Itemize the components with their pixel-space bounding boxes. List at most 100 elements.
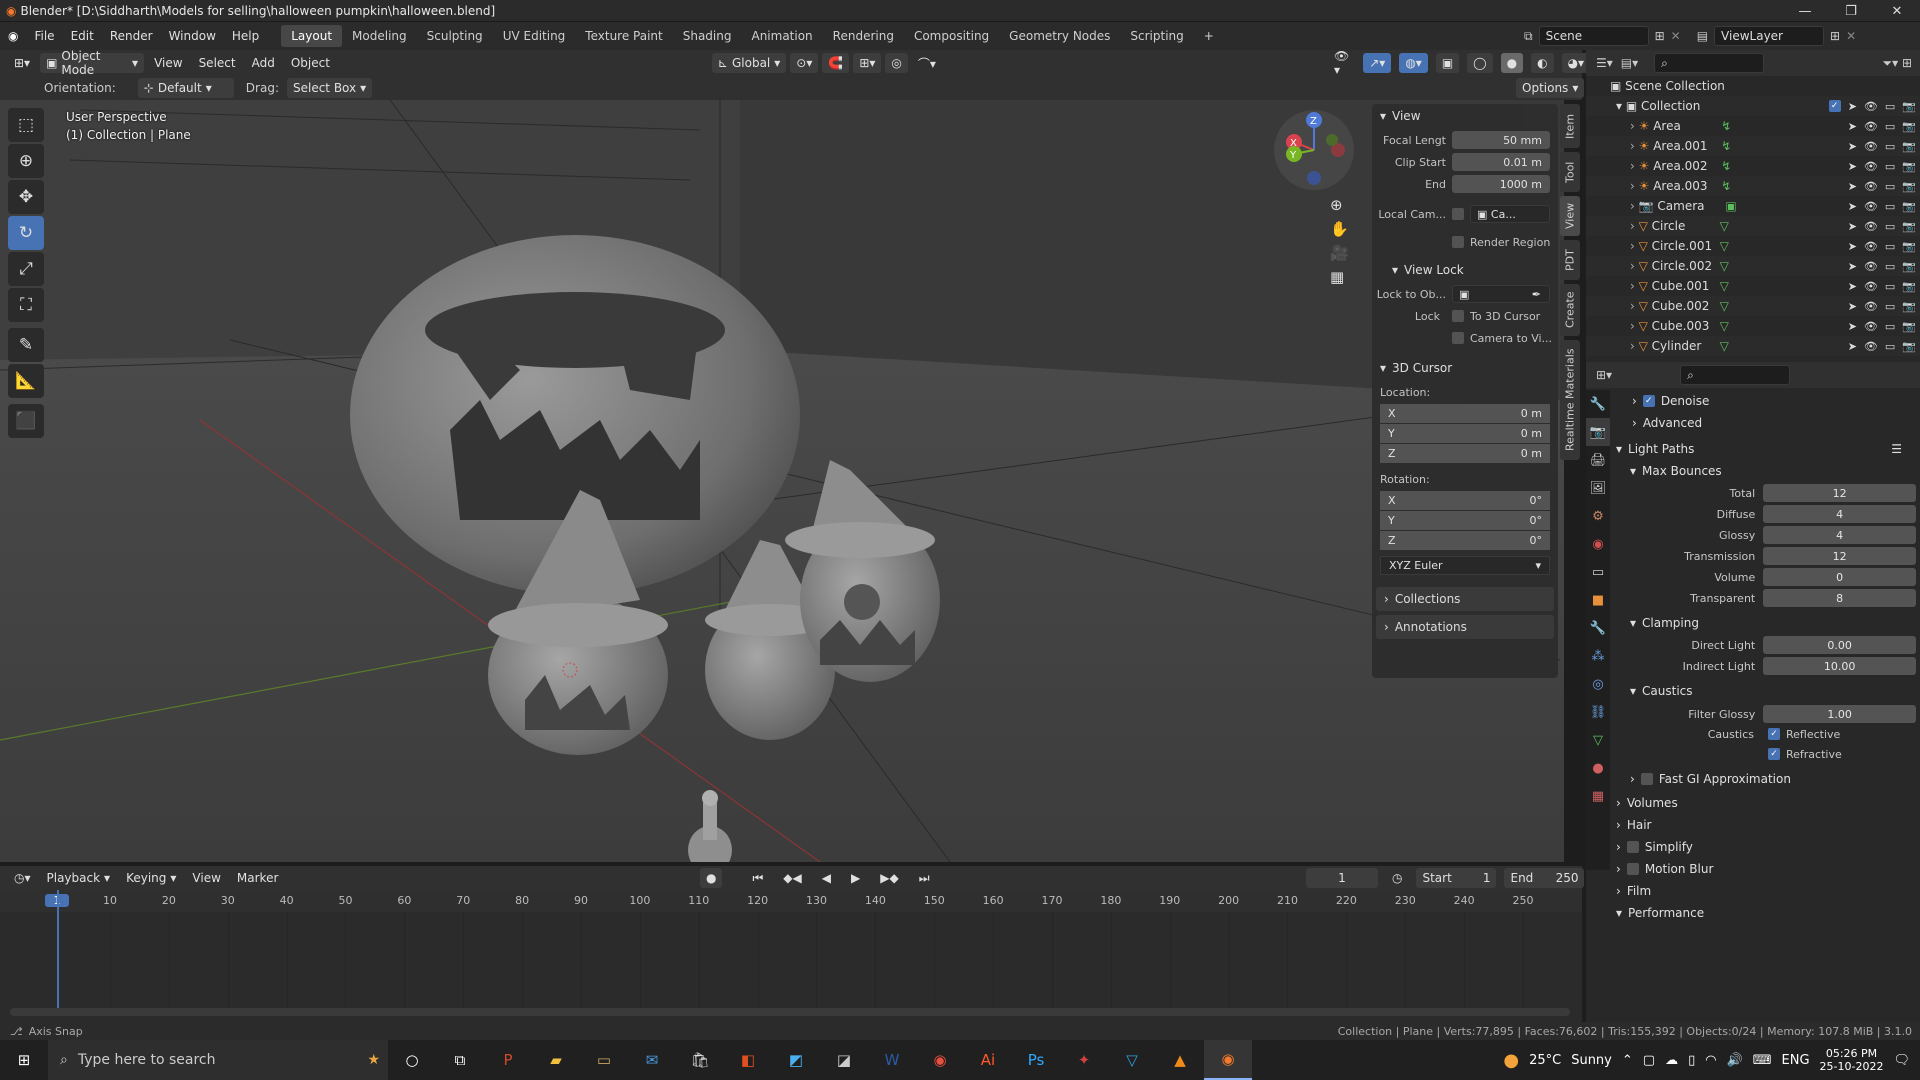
options-button[interactable]: Options ▾ <box>1516 78 1585 98</box>
viewport-icon[interactable]: ▭ <box>1885 100 1895 113</box>
transform-tool-icon[interactable]: ⛶ <box>8 288 44 322</box>
section-motion-blur[interactable]: › Motion Blur <box>1616 858 1916 880</box>
onedrive-icon[interactable]: ☁ <box>1665 1053 1678 1068</box>
minimize-button[interactable]: — <box>1782 0 1828 22</box>
cursor-location-z[interactable]: Z 0 m <box>1380 444 1550 463</box>
proportional-edit-icon[interactable]: ◎ <box>885 53 908 73</box>
orientation-selector[interactable]: ⊹ Default ▾ <box>137 78 234 98</box>
render-icon[interactable]: 📷 <box>1902 120 1916 133</box>
render-icon[interactable]: 📷 <box>1902 280 1916 293</box>
editor-type-icon[interactable]: ⊞▾ <box>8 53 36 73</box>
eyedropper-icon[interactable]: ✒ <box>1532 288 1541 301</box>
viewport-icon[interactable]: ▭ <box>1885 240 1895 253</box>
gizmo-toggle-icon[interactable]: ↗▾ <box>1363 53 1392 73</box>
light-paths-header[interactable]: ▾ Light Paths ☰ <box>1616 438 1916 460</box>
select-icon[interactable]: ➤ <box>1848 260 1857 273</box>
lock-object-field[interactable]: ▣ ✒ <box>1452 285 1550 303</box>
viewport-icon[interactable]: ▭ <box>1885 180 1895 193</box>
blender-taskbar-icon[interactable]: ◉ <box>1204 1040 1252 1080</box>
mesh-data-icon[interactable]: ▽ <box>1720 239 1729 253</box>
viewport-icon[interactable]: ▭ <box>1885 140 1895 153</box>
tab-tool[interactable]: Tool <box>1560 152 1580 192</box>
denoise-row[interactable]: › ✓ Denoise <box>1616 390 1916 412</box>
overlay-toggle-icon[interactable]: ◍▾ <box>1399 53 1428 73</box>
cursor-rotation-y[interactable]: Y 0° <box>1380 511 1550 530</box>
measure-tool-icon[interactable]: 📐 <box>8 364 44 398</box>
eye-icon[interactable]: 👁 <box>1864 300 1878 313</box>
bounce-field-transparent[interactable]: 8 <box>1763 589 1916 607</box>
camera-data-icon[interactable]: ▣ <box>1725 199 1736 213</box>
viewport-icon[interactable]: ▭ <box>1885 160 1895 173</box>
render-icon[interactable]: 📷 <box>1902 160 1916 173</box>
mesh-data-icon[interactable]: ▽ <box>1720 339 1729 353</box>
new-view-layer-icon[interactable]: ⊞ <box>1830 29 1840 43</box>
render-icon[interactable]: 📷 <box>1902 220 1916 233</box>
menu-render[interactable]: Render <box>102 22 161 50</box>
scene-icon[interactable]: ⧉ <box>1524 29 1533 44</box>
snap-target-icon[interactable]: ⊞▾ <box>853 53 882 73</box>
tab-create[interactable]: Create <box>1560 284 1580 336</box>
visibility-icon[interactable]: 👁▾ <box>1328 49 1355 77</box>
eye-icon[interactable]: 👁 <box>1864 100 1878 113</box>
wireframe-shading-icon[interactable]: ◯ <box>1467 53 1493 73</box>
jump-start-icon[interactable]: ⏮ <box>746 868 769 888</box>
maximize-button[interactable]: ❐ <box>1828 0 1874 22</box>
fast-gi-row[interactable]: › Fast GI Approximation <box>1616 768 1916 790</box>
timeline-view-menu[interactable]: View <box>186 868 226 888</box>
notification-icon[interactable]: 🗨 <box>1893 1053 1910 1068</box>
material-tab-icon[interactable]: ● <box>1586 754 1610 782</box>
eye-icon[interactable]: 👁 <box>1864 200 1878 213</box>
local-camera-checkbox[interactable] <box>1452 208 1464 220</box>
annotate-tool-icon[interactable]: ✎ <box>8 328 44 362</box>
view-layer-selector[interactable]: ViewLayer <box>1714 26 1825 46</box>
outliner-item-circle[interactable]: › ▽ Circle ▽ ➤ 👁 ▭ 📷 <box>1586 216 1920 236</box>
light-data-icon[interactable]: ↯ <box>1721 139 1731 153</box>
outliner-item-circle-002[interactable]: › ▽ Circle.002 ▽ ➤ 👁 ▭ 📷 <box>1586 256 1920 276</box>
select-icon[interactable]: ➤ <box>1848 120 1857 133</box>
viewport-icon[interactable]: ▭ <box>1885 320 1895 333</box>
tab-modeling[interactable]: Modeling <box>342 25 417 47</box>
outliner-item-cylinder[interactable]: › ▽ Cylinder ▽ ➤ 👁 ▭ 📷 <box>1586 336 1920 356</box>
filter-icon[interactable]: ⏷▾ ⊞ <box>1883 56 1913 71</box>
playhead[interactable] <box>57 890 59 1010</box>
outliner-item-area-002[interactable]: › ☀ Area.002 ↯ ➤ 👁 ▭ 📷 <box>1586 156 1920 176</box>
eye-icon[interactable]: 👁 <box>1864 260 1878 273</box>
bounce-field-total[interactable]: 12 <box>1763 484 1916 502</box>
rotation-mode-dropdown[interactable]: XYZ Euler ▾ <box>1380 556 1550 575</box>
constraints-tab-icon[interactable]: ⛓ <box>1586 698 1610 726</box>
render-icon[interactable]: 📷 <box>1902 100 1916 113</box>
focal-length-field[interactable]: 50 mm <box>1452 131 1550 149</box>
outliner-item-cube-001[interactable]: › ▽ Cube.001 ▽ ➤ 👁 ▭ 📷 <box>1586 276 1920 296</box>
mesh-data-icon[interactable]: ▽ <box>1720 259 1729 273</box>
section-checkbox[interactable] <box>1626 841 1639 853</box>
bounce-field-volume[interactable]: 0 <box>1763 568 1916 586</box>
render-icon[interactable]: 📷 <box>1902 140 1916 153</box>
chrome-icon[interactable]: ◉ <box>916 1040 964 1080</box>
outliner-item-area-003[interactable]: › ☀ Area.003 ↯ ➤ 👁 ▭ 📷 <box>1586 176 1920 196</box>
tray-app-icon[interactable]: ▢ <box>1643 1053 1655 1068</box>
play-reverse-icon[interactable]: ◀ <box>816 868 837 888</box>
list-presets-icon[interactable]: ☰ <box>1891 442 1902 456</box>
battery-icon[interactable]: ▯ <box>1688 1053 1695 1068</box>
start-frame-field[interactable]: Start 1 <box>1416 868 1497 888</box>
modifier-tab-icon[interactable]: 🔧 <box>1586 614 1610 642</box>
clip-end-field[interactable]: 1000 m <box>1452 175 1550 193</box>
view-layer-icon[interactable]: ▤ <box>1697 29 1708 43</box>
timeline-editor-icon[interactable]: ◷▾ <box>8 868 37 888</box>
caustics-header[interactable]: ▾ Caustics <box>1616 680 1916 702</box>
mesh-data-icon[interactable]: ▽ <box>1720 319 1729 333</box>
refractive-checkbox[interactable]: ✓ <box>1768 748 1780 760</box>
tab-rendering[interactable]: Rendering <box>823 25 904 47</box>
tab-layout[interactable]: Layout <box>281 25 343 47</box>
jump-end-icon[interactable]: ⏭ <box>913 868 936 888</box>
viewport-icon[interactable]: ▭ <box>1885 120 1895 133</box>
expand-icon[interactable]: › <box>1630 179 1639 193</box>
menu-help[interactable]: Help <box>224 22 267 50</box>
powerpoint-icon[interactable]: P <box>484 1040 532 1080</box>
app-icon[interactable]: ◪ <box>820 1040 868 1080</box>
render-region-checkbox[interactable] <box>1452 236 1464 248</box>
remove-scene-icon[interactable]: ✕ <box>1671 29 1681 43</box>
clip-start-field[interactable]: 0.01 m <box>1452 153 1550 171</box>
select-icon[interactable]: ➤ <box>1848 200 1857 213</box>
data-tab-icon[interactable]: ▽ <box>1586 726 1610 754</box>
